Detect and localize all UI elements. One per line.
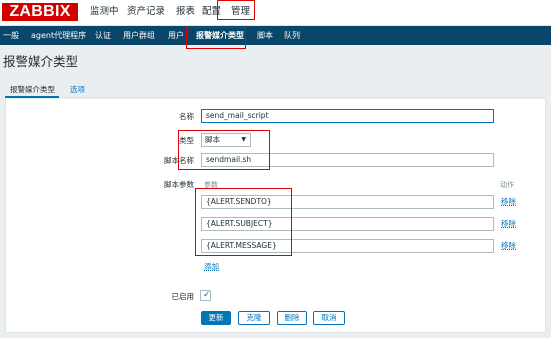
checkmark-icon: ✓ <box>203 290 211 300</box>
param-remove-link[interactable]: 移除 <box>501 219 516 229</box>
subnav-scripts[interactable]: 脚本 <box>257 30 273 41</box>
active-tab-indicator <box>5 96 59 98</box>
param-input[interactable]: {ALERT.MESSAGE} <box>201 239 494 253</box>
chevron-down-icon: ▼ <box>241 136 246 143</box>
media-type-form <box>5 99 546 333</box>
tab-media-type[interactable]: 报警媒介类型 <box>10 85 55 95</box>
zabbix-logo[interactable]: ZABBIX <box>2 3 78 21</box>
param-input[interactable]: {ALERT.SENDTO} <box>201 195 494 209</box>
type-label: 类型 <box>179 136 194 145</box>
type-select-value: 脚本 <box>205 135 220 144</box>
subnav-users[interactable]: 用户 <box>168 30 184 41</box>
enabled-checkbox[interactable]: ✓ <box>200 290 211 301</box>
name-label: 名称 <box>179 112 194 121</box>
form-tabs: 报警媒介类型 选项 <box>5 81 546 98</box>
clone-button[interactable]: 克隆 <box>238 311 270 325</box>
subnav-user-groups[interactable]: 用户群组 <box>123 30 155 41</box>
subnav-general[interactable]: 一般 <box>3 30 19 41</box>
actions-column-header: 动作 <box>500 181 514 189</box>
script-name-input[interactable]: sendmail.sh <box>201 153 494 167</box>
top-header: ZABBIX 监测中 资产记录 报表 配置 管理 <box>0 0 551 26</box>
menu-configuration[interactable]: 配置 <box>202 6 221 18</box>
tab-options[interactable]: 选项 <box>70 85 85 95</box>
params-column-header: 参数 <box>204 181 218 189</box>
script-name-label: 脚本名称 <box>164 156 194 165</box>
subnav-authentication[interactable]: 认证 <box>95 30 111 41</box>
enabled-label: 已启用 <box>171 292 195 301</box>
page-title: 报警媒介类型 <box>3 54 79 69</box>
add-param-link[interactable]: 添加 <box>204 262 219 272</box>
menu-inventory[interactable]: 资产记录 <box>127 6 165 18</box>
name-input[interactable]: send_mail_script <box>201 109 494 123</box>
cancel-button[interactable]: 取消 <box>313 311 345 325</box>
subnav-media-types[interactable]: 报警媒介类型 <box>196 30 244 41</box>
sub-navigation: 一般 agent代理程序 认证 用户群组 用户 报警媒介类型 脚本 队列 <box>0 26 551 45</box>
param-remove-link[interactable]: 移除 <box>501 197 516 207</box>
delete-button[interactable]: 删除 <box>277 311 307 325</box>
menu-monitoring[interactable]: 监测中 <box>90 6 119 18</box>
subnav-proxies[interactable]: agent代理程序 <box>31 30 86 41</box>
subnav-queue[interactable]: 队列 <box>284 30 300 41</box>
menu-administration[interactable]: 管理 <box>231 6 250 18</box>
param-input[interactable]: {ALERT.SUBJECT} <box>201 217 494 231</box>
param-remove-link[interactable]: 移除 <box>501 241 516 251</box>
menu-reports[interactable]: 报表 <box>176 6 195 18</box>
update-button[interactable]: 更新 <box>201 311 231 325</box>
type-select[interactable]: 脚本 ▼ <box>201 133 251 147</box>
script-params-label: 脚本参数 <box>164 180 194 189</box>
